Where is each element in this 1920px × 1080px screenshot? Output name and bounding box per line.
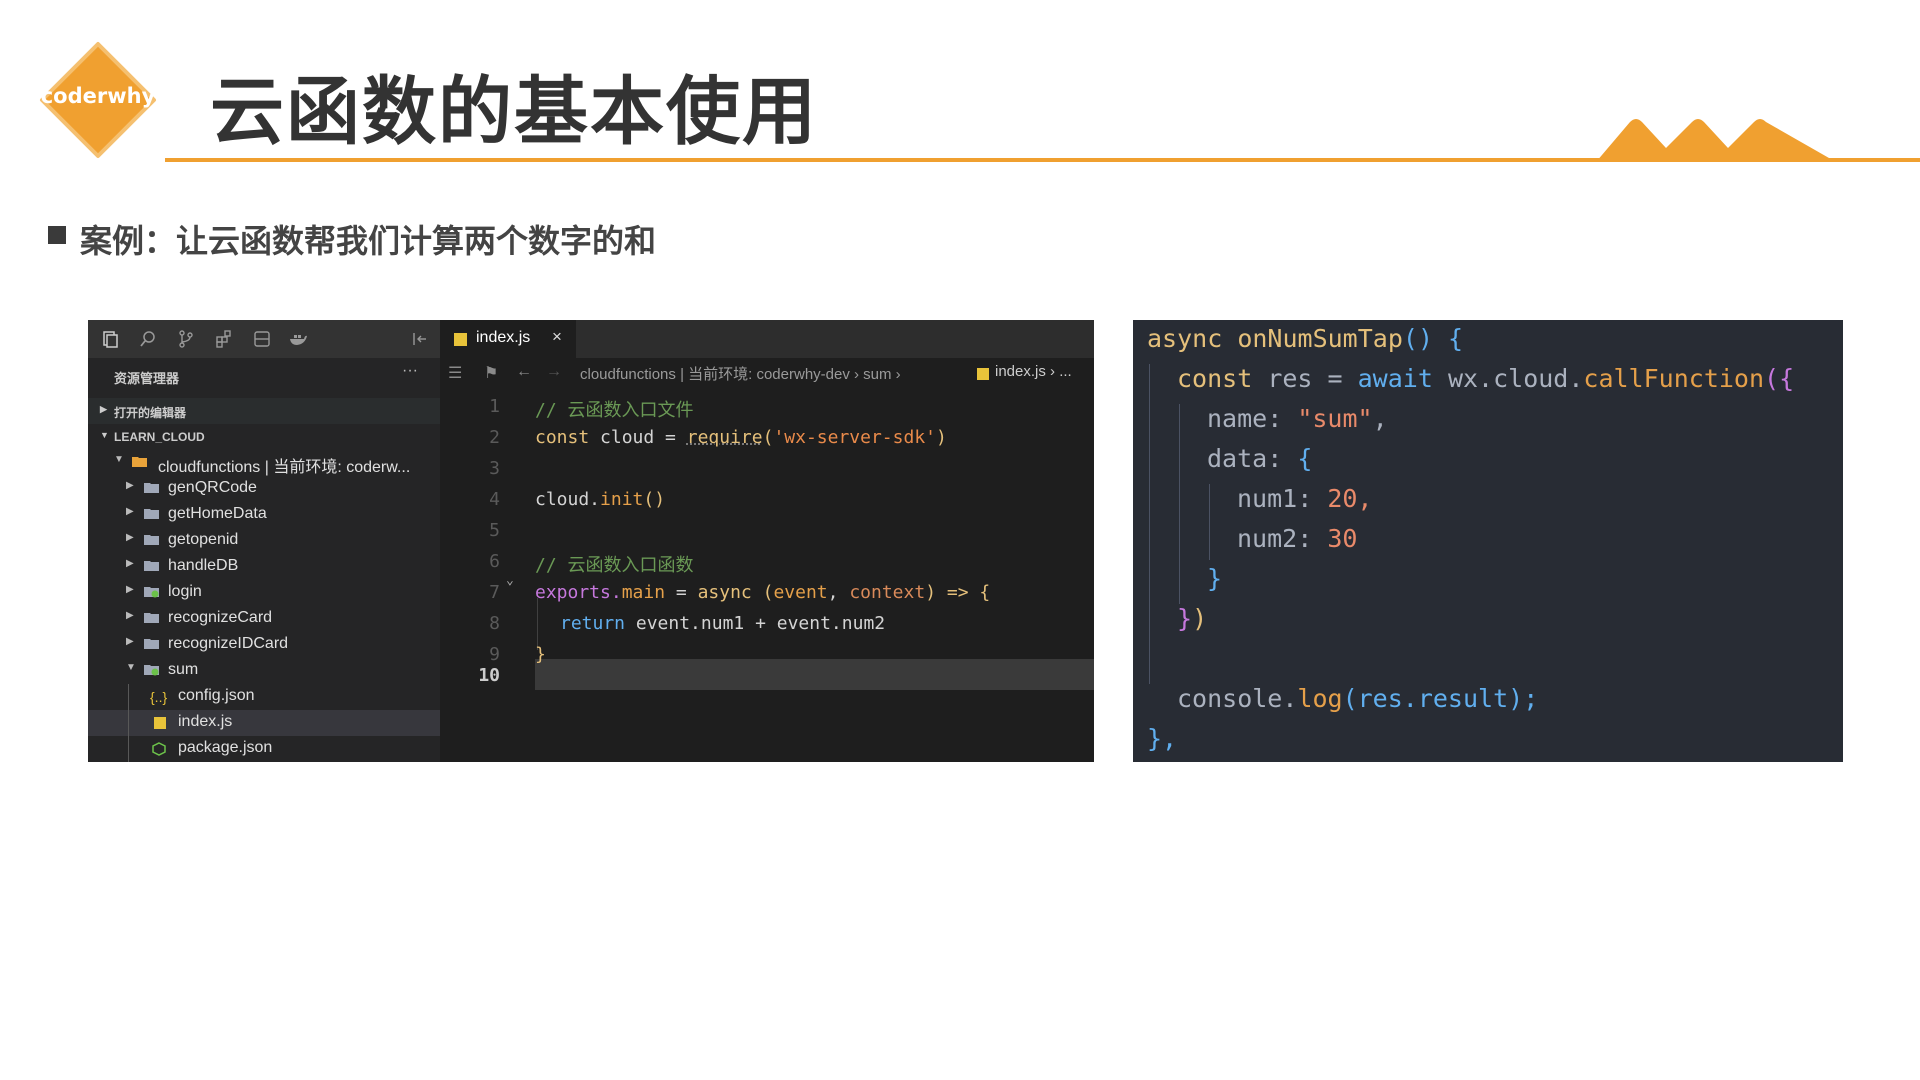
indent-guide <box>1179 404 1180 604</box>
snippet-line-7: } <box>1207 564 1223 593</box>
bookmark-icon[interactable]: ⚑ <box>484 363 498 383</box>
collapse-panel-icon[interactable] <box>410 329 430 349</box>
folder-cloud-icon <box>144 587 159 598</box>
code-line-6: // 云函数入口函数 <box>535 555 694 576</box>
line-number: 8 <box>489 613 500 634</box>
snippet-line-11: }, <box>1147 724 1178 753</box>
project-label: LEARN_CLOUD <box>114 430 205 444</box>
line-number: 3 <box>489 458 500 479</box>
tab-bar: index.js × <box>440 320 1094 358</box>
breadcrumb-path[interactable]: cloudfunctions | 当前环境: coderwhy-dev › su… <box>580 363 901 384</box>
tree-item-package-json[interactable]: package.json <box>88 736 440 762</box>
files-icon[interactable] <box>100 329 120 349</box>
vscode-editor: 资源管理器 ··· ▶ 打开的编辑器 ▼ LEARN_CLOUD ▼ cloudfu… <box>88 320 1094 762</box>
forward-arrow-icon[interactable]: → <box>546 363 562 381</box>
current-line-highlight <box>535 659 1094 690</box>
npm-icon <box>152 742 166 756</box>
extensions-icon[interactable] <box>214 329 234 349</box>
search-icon[interactable] <box>138 329 158 349</box>
tree-item-cloudfunctions[interactable]: ▼ cloudfunctions | 当前环境: coderw... <box>88 450 440 476</box>
snippet-line-3: name: "sum", <box>1207 404 1388 433</box>
code-editor[interactable]: ⌄ 1 2 3 4 5 6 7 8 9 10 // 云函数入口文件 const … <box>440 388 1094 762</box>
line-number: 9 <box>489 644 500 665</box>
tree-item-recognizecard[interactable]: ▶ recognizeCard <box>88 606 440 632</box>
explorer-more-button[interactable]: ··· <box>402 362 418 380</box>
folder-open-cloud-icon <box>132 457 147 467</box>
line-number: 1 <box>489 396 500 417</box>
tree-item-getopenid[interactable]: ▶ getopenid <box>88 528 440 554</box>
folder-icon <box>144 613 159 623</box>
snippet-line-1: async onNumSumTap() { <box>1147 324 1464 353</box>
line-number: 2 <box>489 427 500 448</box>
docker-icon[interactable] <box>288 329 308 349</box>
tree-item-login[interactable]: ▶ login <box>88 580 440 606</box>
fold-chevron-icon[interactable]: ⌄ <box>506 573 514 588</box>
line-number: 4 <box>489 489 500 510</box>
line-number: 10 <box>478 665 500 686</box>
back-arrow-icon[interactable]: ← <box>516 363 532 381</box>
breadcrumb-file[interactable]: index.js › ... <box>995 363 1072 380</box>
tab-index-js[interactable]: index.js × <box>440 320 576 358</box>
js-file-icon <box>977 368 989 380</box>
close-icon[interactable]: × <box>552 327 562 347</box>
mountains-decoration <box>1596 119 1836 162</box>
code-line-8: return event.num1 + event.num2 <box>560 613 886 634</box>
code-line-4: cloud.init() <box>535 489 666 510</box>
page-title: 云函数的基本使用 <box>210 69 818 155</box>
code-snippet-panel: async onNumSumTap() { const res = await … <box>1133 320 1843 762</box>
source-control-icon[interactable] <box>176 329 196 349</box>
logo-text: coderwhy <box>40 84 156 108</box>
tree-item-index-js[interactable]: index.js <box>88 710 440 736</box>
js-file-icon <box>154 717 166 729</box>
folder-open-cloud-icon <box>144 665 159 676</box>
indent-guide <box>1149 364 1150 684</box>
open-editors-label: 打开的编辑器 <box>114 406 187 420</box>
tree-item-gethomedata[interactable]: ▶ getHomeData <box>88 502 440 528</box>
indent-guide <box>537 598 538 650</box>
snippet-line-5: num1: 20, <box>1237 484 1373 513</box>
explorer-title: 资源管理器 <box>114 371 180 386</box>
snippet-line-8: }) <box>1177 604 1208 633</box>
tree-item-genqrcode[interactable]: ▶ genQRCode <box>88 476 440 502</box>
json-icon: {..} <box>150 689 168 705</box>
indent-guide <box>1209 484 1210 560</box>
snippet-line-6: num2: 30 <box>1237 524 1358 553</box>
folder-icon <box>144 483 159 493</box>
code-line-9: } <box>535 644 546 665</box>
remote-icon[interactable] <box>252 329 272 349</box>
tree-item-recognizeidcard[interactable]: ▶ recognizeIDCard <box>88 632 440 658</box>
code-line-1: // 云函数入口文件 <box>535 400 694 421</box>
tree-item-config-json[interactable]: {..} config.json <box>88 684 440 710</box>
tree-item-sum[interactable]: ▼ sum <box>88 658 440 684</box>
section-project[interactable]: ▼ LEARN_CLOUD <box>88 424 440 450</box>
folder-icon <box>144 561 159 571</box>
line-number: 6 <box>489 551 500 572</box>
snippet-line-10: console.log(res.result); <box>1177 684 1539 713</box>
indent-guide <box>128 684 129 762</box>
tree-item-handledb[interactable]: ▶ handleDB <box>88 554 440 580</box>
folder-icon <box>144 509 159 519</box>
code-line-7: exports.main = async (event, context) =>… <box>535 582 991 603</box>
activity-bar <box>88 320 440 358</box>
line-number: 5 <box>489 520 500 541</box>
breadcrumb: ☰ ⚑ ← → cloudfunctions | 当前环境: coderwhy-… <box>440 358 1094 388</box>
js-file-icon <box>454 333 467 346</box>
bullet-square <box>48 226 66 244</box>
line-number: 7 <box>489 582 500 603</box>
list-icon[interactable]: ☰ <box>448 363 462 383</box>
folder-icon <box>144 535 159 545</box>
code-line-2: const cloud = require('wx-server-sdk') <box>535 427 947 448</box>
folder-icon <box>144 639 159 649</box>
snippet-line-4: data: { <box>1207 444 1313 473</box>
explorer-sidebar: 资源管理器 ··· ▶ 打开的编辑器 ▼ LEARN_CLOUD ▼ cloudfu… <box>88 320 440 762</box>
bullet-text: 案例：让云函数帮我们计算两个数字的和 <box>80 222 657 260</box>
section-open-editors[interactable]: ▶ 打开的编辑器 <box>88 398 440 424</box>
snippet-line-2: const res = await wx.cloud.callFunction(… <box>1177 364 1795 393</box>
